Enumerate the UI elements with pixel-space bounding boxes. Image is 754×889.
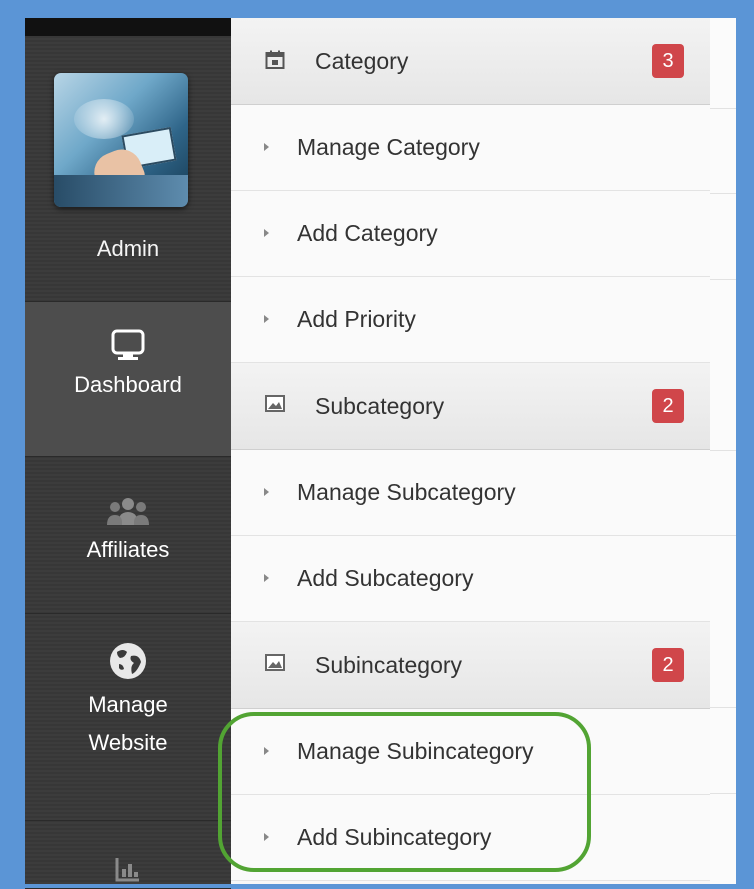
caret-right-icon bbox=[264, 229, 269, 237]
calendar-icon bbox=[265, 50, 285, 69]
count-badge: 3 bbox=[652, 44, 684, 78]
section-header-subcategory[interactable]: Subcategory 2 bbox=[231, 363, 710, 450]
sidebar-item-affiliates[interactable]: Affiliates bbox=[25, 457, 231, 614]
image-icon bbox=[265, 395, 285, 412]
image-icon bbox=[265, 654, 285, 671]
section-title: Category bbox=[315, 48, 409, 74]
users-group-icon bbox=[107, 498, 149, 525]
globe-icon bbox=[110, 643, 146, 679]
content-edge bbox=[710, 18, 736, 884]
sidebar: Admin Dashboard Affiliates Manage Websit… bbox=[25, 36, 231, 889]
submenu-item-add-category[interactable]: Add Category bbox=[231, 191, 710, 277]
submenu-item-manage-subcategory[interactable]: Manage Subcategory bbox=[231, 450, 710, 536]
app-window: Admin Dashboard Affiliates Manage Websit… bbox=[25, 18, 736, 889]
sidebar-item-label: Dashboard bbox=[74, 372, 182, 397]
submenu-item-add-priority[interactable]: Add Priority bbox=[231, 277, 710, 363]
section-header-subincategory[interactable]: Subincategory 2 bbox=[231, 622, 710, 709]
caret-right-icon bbox=[264, 747, 269, 755]
admin-name: Admin bbox=[96, 236, 160, 261]
avatar[interactable] bbox=[54, 73, 188, 207]
submenu-item-manage-category[interactable]: Manage Category bbox=[231, 105, 710, 191]
submenu-item-label: Manage Subcategory bbox=[297, 479, 516, 505]
submenu-item-label: Manage Category bbox=[297, 134, 480, 160]
submenu-item-label: Manage Subincategory bbox=[297, 738, 534, 764]
submenu-item-add-subcategory[interactable]: Add Subcategory bbox=[231, 536, 710, 622]
monitor-icon bbox=[111, 329, 145, 360]
section-header-category[interactable]: Category 3 bbox=[231, 18, 710, 105]
count-badge: 2 bbox=[652, 648, 684, 682]
section-title: Subincategory bbox=[315, 652, 463, 678]
caret-right-icon bbox=[264, 143, 269, 151]
caret-right-icon bbox=[264, 488, 269, 496]
sidebar-item-label-line1: Manage bbox=[88, 692, 168, 717]
profile-panel: Admin bbox=[25, 36, 231, 302]
count-badge: 2 bbox=[652, 389, 684, 423]
submenu-item-label: Add Priority bbox=[297, 306, 416, 332]
submenu-item-manage-subincategory[interactable]: Manage Subincategory bbox=[231, 709, 710, 795]
section-title: Subcategory bbox=[315, 393, 445, 419]
submenu-item-label: Add Subcategory bbox=[297, 565, 474, 591]
sidebar-item-dashboard[interactable]: Dashboard bbox=[25, 302, 231, 457]
bar-chart-icon bbox=[115, 858, 139, 882]
submenu-item-label: Add Subincategory bbox=[297, 824, 492, 850]
sidebar-item-reports[interactable] bbox=[25, 821, 231, 889]
caret-right-icon bbox=[264, 315, 269, 323]
sidebar-item-label: Affiliates bbox=[86, 537, 170, 562]
submenu-panel: Category 3 Manage Category Add Category … bbox=[231, 18, 711, 884]
sidebar-item-manage-website[interactable]: Manage Website bbox=[25, 614, 231, 821]
caret-right-icon bbox=[264, 574, 269, 582]
caret-right-icon bbox=[264, 833, 269, 841]
sidebar-item-label-line2: Website bbox=[88, 730, 168, 755]
submenu-item-label: Add Category bbox=[297, 220, 438, 246]
submenu-item-add-subincategory[interactable]: Add Subincategory bbox=[231, 795, 710, 881]
